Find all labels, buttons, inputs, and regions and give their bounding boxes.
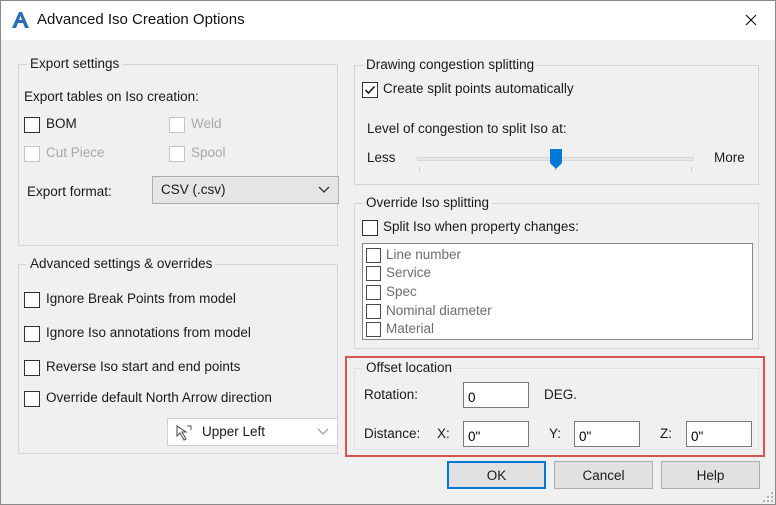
resize-grip-icon[interactable] [763,492,774,503]
rotation-label: Rotation: [364,387,419,402]
create-split-points-label: Create split points automatically [383,81,574,96]
ignore-break-points-checkbox[interactable] [24,292,40,308]
export-format-select[interactable]: CSV (.csv) [152,176,339,204]
north-arrow-select[interactable]: Upper Left [167,418,338,446]
offset-location-title: Offset location [363,360,456,376]
help-button-label: Help [696,467,725,483]
z-distance-input[interactable] [686,421,752,447]
upper-left-arrow-icon [176,424,192,441]
material-checkbox[interactable] [366,322,381,337]
reverse-iso-points-label: Reverse Iso start and end points [46,359,241,374]
split-properties-list: Line number Service Spec Nominal diamete… [362,243,753,340]
split-on-property-label: Split Iso when property changes: [383,219,579,234]
y-distance-input[interactable] [574,421,640,447]
x-label: X: [437,426,450,441]
autocad-a-icon [12,12,29,28]
material-label: Material [386,321,435,336]
congestion-slider-thumb[interactable] [549,149,562,169]
slider-tick [691,167,692,171]
override-north-arrow-checkbox[interactable] [24,391,40,407]
reverse-iso-points-checkbox[interactable] [24,360,40,376]
spec-label: Spec [386,284,417,299]
nominal-diameter-label: Nominal diameter [386,303,492,318]
x-distance-input[interactable] [463,421,529,447]
nominal-diameter-checkbox[interactable] [366,304,381,319]
spool-label: Spool [191,145,226,160]
bom-checkbox[interactable] [24,117,40,133]
window-title: Advanced Iso Creation Options [37,11,245,28]
y-label: Y: [549,426,562,441]
override-north-arrow-label: Override default North Arrow direction [46,390,272,405]
service-label: Service [386,265,432,280]
export-tables-label: Export tables on Iso creation: [24,89,199,104]
spec-checkbox[interactable] [366,285,381,300]
advanced-settings-title: Advanced settings & overrides [27,256,216,272]
bom-label: BOM [46,116,77,131]
congestion-level-label: Level of congestion to split Iso at: [367,121,567,136]
distance-label: Distance: [364,426,421,441]
cut-piece-label: Cut Piece [46,145,105,160]
service-checkbox[interactable] [366,266,381,281]
export-format-value: CSV (.csv) [161,182,226,197]
slider-more-label: More [714,150,745,165]
slider-tick [419,167,420,171]
line-number-checkbox[interactable] [366,248,381,263]
override-splitting-title: Override Iso splitting [363,195,493,211]
ignore-break-points-label: Ignore Break Points from model [46,291,236,306]
ignore-iso-annotations-checkbox[interactable] [24,326,40,342]
cut-piece-checkbox[interactable] [24,146,40,162]
advanced-iso-creation-dialog: Advanced Iso Creation Options Export set… [0,0,776,505]
checkmark-icon [364,85,376,95]
close-button[interactable] [737,7,765,33]
weld-checkbox[interactable] [169,117,185,133]
slider-less-label: Less [367,150,396,165]
cancel-button[interactable]: Cancel [554,461,653,489]
north-arrow-value: Upper Left [202,424,266,439]
chevron-down-icon [317,428,329,435]
export-format-label: Export format: [27,184,112,199]
rotation-input[interactable] [463,382,529,408]
ok-button-label: OK [486,467,507,483]
ignore-iso-annotations-label: Ignore Iso annotations from model [46,325,251,340]
split-on-property-checkbox[interactable] [362,220,378,236]
ok-button[interactable]: OK [447,461,546,489]
congestion-splitting-title: Drawing congestion splitting [363,57,538,73]
chevron-down-icon [318,186,330,193]
spool-checkbox[interactable] [169,146,185,162]
create-split-points-checkbox[interactable] [362,82,378,98]
title-bar: Advanced Iso Creation Options [1,1,775,40]
rotation-unit-label: DEG. [544,387,578,402]
z-label: Z: [660,426,672,441]
weld-label: Weld [191,116,222,131]
export-settings-title: Export settings [27,56,123,72]
line-number-label: Line number [386,247,462,262]
close-icon [745,14,757,26]
help-button[interactable]: Help [661,461,760,489]
cancel-button-label: Cancel [582,467,625,483]
